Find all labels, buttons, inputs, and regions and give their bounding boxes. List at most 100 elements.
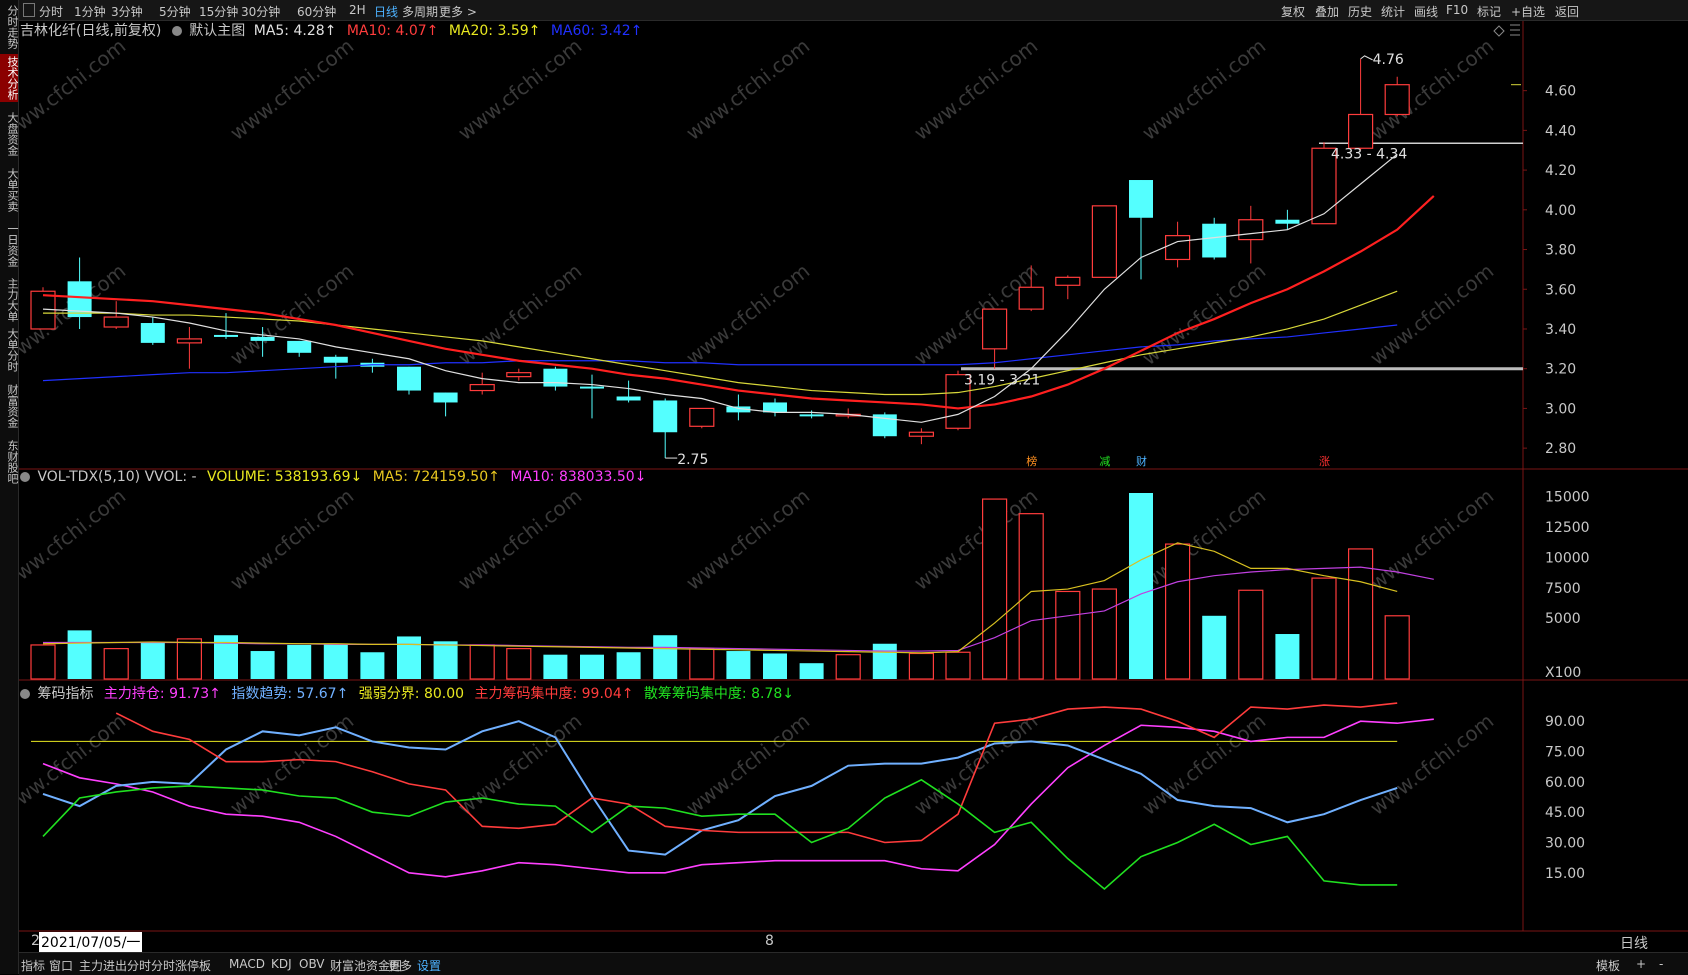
- watermark-text: www.cfchi.com: [1137, 259, 1270, 370]
- toolbar-right-2[interactable]: 叠加: [1315, 3, 1339, 20]
- toolbar-right-6[interactable]: F10: [1446, 3, 1468, 17]
- left-tab-4[interactable]: 大单买卖: [0, 166, 19, 214]
- candle-body-down: [1275, 219, 1300, 224]
- toolbar-right-5[interactable]: 画线: [1414, 3, 1438, 20]
- price-tick-label: 3.00: [1545, 401, 1576, 417]
- price-tick-label: 4.20: [1545, 163, 1576, 179]
- bottom-tab-3[interactable]: 主力进出分时: [79, 957, 151, 974]
- candle-body-up: [908, 431, 935, 437]
- watermark-text: www.cfchi.com: [681, 709, 814, 820]
- price-tick-label: 3.40: [1545, 322, 1576, 338]
- toolbar-right-3[interactable]: 历史: [1348, 3, 1372, 20]
- toolbar-right-8[interactable]: +自选: [1511, 3, 1545, 20]
- volume-bar-down: [1129, 493, 1153, 679]
- toolbar-right-1[interactable]: 复权: [1281, 3, 1305, 20]
- kline-chart[interactable]: www.cfchi.com www.cfchi.com www.cfchi.com w…: [19, 21, 1688, 952]
- candle-body-down: [616, 396, 641, 401]
- watermark-text: www.cfchi.com: [681, 34, 814, 145]
- settings-circle-icon[interactable]: [20, 472, 30, 482]
- candle-body-down: [433, 392, 458, 403]
- price-tick-label: 3.80: [1545, 243, 1576, 259]
- toolbar-right-9[interactable]: 返回: [1555, 3, 1579, 20]
- period-tab-8[interactable]: 2H: [349, 3, 366, 17]
- candle-body-down: [1202, 223, 1227, 258]
- period-tab-7[interactable]: 60分钟: [297, 3, 336, 20]
- ma5-value: MA5: 4.28↑: [253, 23, 337, 39]
- left-tab-3[interactable]: 大盘资金: [0, 104, 19, 164]
- candle-body-up: [689, 407, 715, 427]
- volume-bar-down: [250, 651, 275, 679]
- volume-indicator-name[interactable]: VOL-TDX(5,10) VVOL: -: [37, 469, 196, 485]
- chip-tick-label: 45.00: [1545, 805, 1585, 821]
- bottom-tab-5[interactable]: MACD: [229, 957, 265, 971]
- period-tab-10[interactable]: 多周期: [402, 3, 438, 20]
- template-name[interactable]: 默认主图: [189, 23, 245, 39]
- settings-circle-icon[interactable]: [171, 26, 182, 36]
- low-price-label: 2.75: [677, 452, 708, 468]
- volume-bar-down: [397, 636, 421, 679]
- minus-icon[interactable]: -: [1659, 957, 1663, 971]
- chip-tick-label: 75.00: [1545, 745, 1585, 761]
- volume-bar-down: [543, 654, 568, 679]
- left-tab-6[interactable]: 主力大单: [0, 276, 19, 324]
- add-icon[interactable]: +: [1636, 957, 1646, 971]
- watermark-text: www.cfchi.com: [1137, 34, 1270, 145]
- watermark-text: www.cfchi.com: [225, 484, 358, 595]
- period-tab-3[interactable]: 3分钟: [111, 3, 143, 20]
- period-tab[interactable]: 日线: [1620, 933, 1648, 953]
- period-tab-9[interactable]: 日线: [374, 3, 398, 20]
- panel-toggle-icon[interactable]: [23, 3, 35, 17]
- left-tab-5[interactable]: 一日资金: [0, 216, 19, 274]
- chip-tick-label: 30.00: [1545, 835, 1585, 851]
- candle-body-up: [1347, 113, 1374, 149]
- bottom-tab-10[interactable]: 设置: [417, 957, 441, 974]
- left-tab-7[interactable]: 大单分时: [0, 326, 19, 374]
- bottom-tab-7[interactable]: OBV: [299, 957, 325, 971]
- ma5-line: [42, 153, 1398, 423]
- period-tab-2[interactable]: 1分钟: [74, 3, 106, 20]
- period-tab-4[interactable]: 5分钟: [159, 3, 191, 20]
- period-tab-1[interactable]: 分时: [39, 3, 63, 20]
- volume-header: VOL-TDX(5,10) VVOL: - VOLUME: 538193.69↓…: [20, 469, 646, 485]
- stock-title[interactable]: 吉林化纤(日线,前复权): [20, 23, 161, 39]
- watermark-text: www.cfchi.com: [19, 484, 130, 595]
- period-tab-6[interactable]: 30分钟: [241, 3, 280, 20]
- watermark-text: www.cfchi.com: [453, 34, 586, 145]
- volume-bar-up: [1311, 577, 1337, 680]
- bottom-tab-4[interactable]: 分时涨停板: [151, 957, 211, 974]
- volume-bar-up: [1164, 543, 1191, 680]
- cursor-date: 2021/07/05/一: [39, 932, 143, 952]
- volume-bar-up: [908, 652, 935, 680]
- volume-value: VOLUME: 538193.69↓: [207, 469, 363, 485]
- left-tab-2[interactable]: 技术分析: [0, 54, 19, 102]
- toolbar-right-4[interactable]: 统计: [1381, 3, 1405, 20]
- template-button[interactable]: 模板: [1596, 957, 1620, 974]
- volume-bar-down: [872, 643, 897, 679]
- volume-bar-down: [726, 651, 751, 679]
- chip-indicator-name[interactable]: 筹码指标: [37, 686, 93, 702]
- period-tab-5[interactable]: 15分钟: [199, 3, 238, 20]
- volume-bar-down: [433, 641, 458, 679]
- period-tab-11[interactable]: 更多 >: [439, 3, 477, 20]
- toolbar-right-7[interactable]: 标记: [1477, 3, 1501, 20]
- candle-body-up: [176, 338, 202, 344]
- watermark-text: www.cfchi.com: [225, 709, 358, 820]
- left-tab-8[interactable]: 财富资金: [0, 376, 19, 436]
- candle-body-up: [1055, 276, 1081, 286]
- high-marker: [1360, 55, 1373, 61]
- left-tab-9[interactable]: 东财股吧: [0, 438, 19, 486]
- volume-bar-up: [1018, 513, 1044, 680]
- main-hold-value: 主力持仓: 91.73↑: [103, 686, 221, 702]
- date-axis: 2 2021/07/05/一 8 日线: [19, 932, 1688, 952]
- event-marker: 减: [1099, 455, 1110, 468]
- settings-circle-icon[interactable]: [20, 689, 30, 699]
- bottom-tab-9[interactable]: 更多: [388, 957, 412, 974]
- left-tab-1[interactable]: 分时走势: [0, 2, 19, 52]
- volume-bar-up: [30, 644, 56, 680]
- bottom-tab-1[interactable]: 指标: [21, 957, 45, 974]
- bottom-tab-2[interactable]: 窗口: [49, 957, 73, 974]
- price-tick-label: 3.20: [1545, 362, 1576, 378]
- bottom-tab-6[interactable]: KDJ: [271, 957, 292, 971]
- ma60-value: MA60: 3.42↑: [550, 23, 643, 39]
- chip-header: 筹码指标 主力持仓: 91.73↑ 指数趋势: 57.67↑ 强弱分界: 80.…: [20, 683, 794, 703]
